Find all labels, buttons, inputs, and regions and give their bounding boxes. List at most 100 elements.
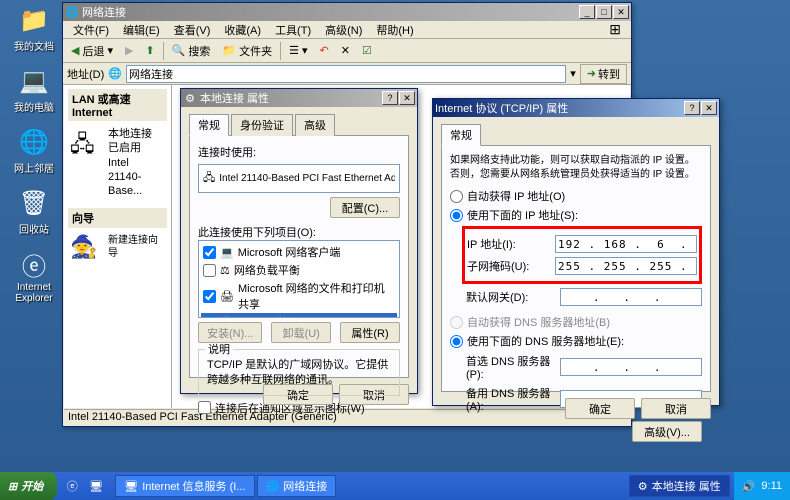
titlebar[interactable]: Internet 协议 (TCP/IP) 属性 ? ✕	[433, 99, 719, 117]
maximize-button[interactable]: □	[596, 5, 612, 19]
component-icon: 💻	[220, 246, 234, 259]
icon-label: 回收站	[19, 221, 49, 236]
desktop-icon-network[interactable]: 🌐网上邻居	[8, 126, 60, 175]
auto-ip-radio[interactable]	[450, 190, 463, 203]
uninstall-button[interactable]: 卸载(U)	[271, 322, 331, 343]
menu-tools[interactable]: 工具(T)	[269, 21, 317, 39]
subnet-mask-input[interactable]	[555, 257, 697, 275]
task-buttons: 🖥Internet 信息服务 (I... 🌐网络连接 ⚙本地连接 属性	[111, 475, 733, 497]
minimize-button[interactable]: _	[579, 5, 595, 19]
list-item-selected[interactable]: 🌐Internet 协议 (TCP/IP)	[201, 313, 397, 318]
ip-address-label: IP 地址(I):	[467, 236, 549, 252]
help-button[interactable]: ?	[684, 101, 700, 115]
tabs: 常规 身份验证 高级	[189, 113, 409, 136]
up-button[interactable]: ⬆	[141, 42, 158, 59]
close-button[interactable]: ✕	[701, 101, 717, 115]
tab-advanced[interactable]: 高级	[295, 114, 335, 136]
use-ip-radio[interactable]	[450, 209, 463, 222]
checkbox[interactable]	[203, 264, 216, 277]
undo-button[interactable]: ↶	[316, 42, 333, 59]
connection-device: Intel 21140-Base...	[108, 156, 165, 199]
search-button[interactable]: 🔍搜索	[168, 41, 215, 61]
menu-help[interactable]: 帮助(H)	[370, 21, 419, 39]
menu-advanced[interactable]: 高级(N)	[319, 21, 368, 39]
ip-address-input[interactable]	[555, 235, 697, 253]
task-button-active[interactable]: ⚙本地连接 属性	[629, 475, 730, 497]
clock: 9:11	[761, 480, 782, 492]
system-tray[interactable]: 🔊 9:11	[734, 472, 790, 500]
description-text: TCP/IP 是默认的广域网协议。它提供跨越多种互联网络的通讯。	[207, 358, 391, 389]
side-panel: LAN 或高速 Internet 🖧 本地连接 已启用 Intel 21140-…	[64, 85, 172, 408]
menu-favorites[interactable]: 收藏(A)	[218, 21, 267, 39]
titlebar[interactable]: 🌐 网络连接 _ □ ✕	[63, 3, 631, 21]
primary-dns-input[interactable]	[560, 358, 702, 376]
uses-label: 此连接使用下列项目(O):	[198, 224, 400, 240]
gateway-input[interactable]	[560, 288, 702, 306]
description-label: 说明	[205, 343, 233, 358]
ok-button[interactable]: 确定	[565, 398, 635, 419]
menu-view[interactable]: 查看(V)	[168, 21, 217, 39]
show-icon-checkbox[interactable]	[198, 401, 211, 414]
connection-item[interactable]: 🖧 本地连接 已启用 Intel 21140-Base...	[70, 127, 165, 198]
gateway-label: 默认网关(D):	[466, 289, 554, 305]
use-dns-radio[interactable]	[450, 335, 463, 348]
checkbox[interactable]	[203, 246, 216, 259]
list-item[interactable]: 💻Microsoft 网络客户端	[201, 243, 397, 261]
connect-using-label: 连接时使用:	[198, 144, 400, 160]
install-button[interactable]: 安装(N)...	[198, 322, 262, 343]
properties-button[interactable]: ☑	[358, 42, 376, 59]
task-icon: 🌐	[266, 480, 280, 493]
tab-general[interactable]: 常规	[189, 114, 229, 136]
ql-ie[interactable]: ⓔ	[61, 475, 83, 497]
menu-file[interactable]: 文件(F)	[67, 21, 115, 39]
back-button[interactable]: ◀后退▾	[67, 41, 117, 61]
adapter-box: 🖧 Intel 21140-Based PCI Fast Ethernet Ad…	[198, 164, 400, 193]
tray-icon[interactable]: 🔊	[742, 480, 756, 493]
properties-button[interactable]: 属性(R)	[340, 322, 400, 343]
configure-button[interactable]: 配置(C)...	[330, 197, 400, 218]
checkbox[interactable]	[203, 290, 216, 303]
delete-button[interactable]: ✕	[337, 42, 354, 59]
task-button[interactable]: 🌐网络连接	[257, 475, 337, 497]
folder-icon: 📁	[18, 4, 50, 36]
desktop-icon-computer[interactable]: 💻我的电脑	[8, 65, 60, 114]
desktop-icons: 📁我的文档 💻我的电脑 🌐网上邻居 🗑 回收站 ⓔInternet Explore…	[8, 4, 60, 304]
dropdown-icon[interactable]: ▾	[570, 67, 576, 80]
desktop-icon-ie[interactable]: ⓔInternet Explorer	[8, 248, 60, 304]
tab-auth[interactable]: 身份验证	[231, 114, 293, 136]
titlebar[interactable]: ⚙ 本地连接 属性 ? ✕	[181, 89, 417, 107]
wizard-item[interactable]: 🧙 新建连接向导	[70, 234, 165, 260]
close-button[interactable]: ✕	[399, 91, 415, 105]
advanced-button[interactable]: 高级(V)...	[632, 421, 702, 442]
connection-state: 已启用	[108, 141, 165, 155]
address-input[interactable]	[126, 65, 566, 83]
cancel-button[interactable]: 取消	[641, 398, 711, 419]
menu-edit[interactable]: 编辑(E)	[117, 21, 166, 39]
close-button[interactable]: ✕	[613, 5, 629, 19]
auto-dns-radio[interactable]	[450, 316, 463, 329]
component-icon: 🖨	[220, 290, 234, 303]
list-item[interactable]: ⚖网络负载平衡	[201, 261, 397, 279]
window-icon: 🌐	[65, 5, 79, 19]
list-item[interactable]: 🖨Microsoft 网络的文件和打印机共享	[201, 279, 397, 313]
windows-logo-icon: ⊞	[8, 480, 17, 493]
go-button[interactable]: ➜转到	[580, 64, 627, 84]
recycle-icon: 🗑	[18, 187, 50, 219]
connection-icon: 🖧	[70, 127, 102, 153]
help-button[interactable]: ?	[382, 91, 398, 105]
ql-desktop[interactable]: 🖥	[85, 475, 107, 497]
components-listbox[interactable]: 💻Microsoft 网络客户端 ⚖网络负载平衡 🖨Microsoft 网络的文…	[198, 240, 400, 318]
forward-button[interactable]: ▶	[121, 42, 137, 59]
icon-label: Internet Explorer	[8, 282, 60, 304]
folders-button[interactable]: 📁文件夹	[218, 41, 276, 61]
checkbox[interactable]	[203, 316, 216, 319]
component-icon: 🌐	[220, 316, 234, 319]
start-button[interactable]: ⊞开始	[0, 472, 57, 500]
tab-general[interactable]: 常规	[441, 124, 481, 146]
go-icon: ➜	[587, 67, 596, 80]
task-button[interactable]: 🖥Internet 信息服务 (I...	[115, 475, 254, 497]
views-button[interactable]: ☰▾	[285, 42, 311, 59]
taskbar: ⊞开始 ⓔ 🖥 🖥Internet 信息服务 (I... 🌐网络连接 ⚙本地连接…	[0, 472, 790, 500]
desktop-icon-recycle[interactable]: 🗑 回收站	[8, 187, 60, 236]
desktop-icon-documents[interactable]: 📁我的文档	[8, 4, 60, 53]
